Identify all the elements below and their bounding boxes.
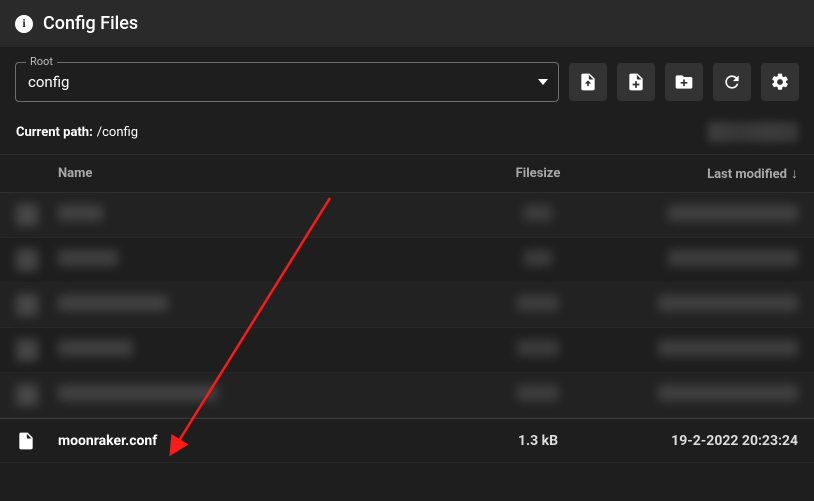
- table-row[interactable]: [0, 238, 814, 283]
- table-row-moonraker[interactable]: moonraker.conf 1.3 kB 19-2-2022 20:23:24: [0, 418, 814, 463]
- root-select[interactable]: Root config: [15, 62, 559, 102]
- table-header: Name Filesize Last modified↓: [0, 154, 814, 193]
- refresh-icon: [722, 72, 742, 92]
- redacted-content: [668, 250, 798, 266]
- redacted-content: [16, 204, 38, 226]
- redacted-content: [58, 205, 103, 221]
- redacted-content: [58, 385, 218, 401]
- gear-icon: [770, 72, 790, 92]
- redacted-content: [668, 205, 798, 221]
- new-folder-button[interactable]: [665, 63, 703, 101]
- file-name: moonraker.conf: [58, 433, 458, 449]
- redacted-content: [658, 385, 798, 401]
- settings-button[interactable]: [761, 63, 799, 101]
- redacted-content: [524, 205, 552, 221]
- root-select-value: config: [28, 73, 69, 91]
- file-add-icon: [626, 72, 646, 92]
- toolbar: Root config: [0, 48, 814, 116]
- sort-descending-icon: ↓: [791, 165, 798, 182]
- new-file-button[interactable]: [617, 63, 655, 101]
- current-path-value: /config: [97, 125, 138, 140]
- folder-add-icon: [674, 72, 694, 92]
- root-select-label: Root: [26, 55, 57, 68]
- table-row[interactable]: [0, 283, 814, 328]
- current-path-row: Current path: /config: [0, 116, 814, 154]
- redacted-content: [708, 122, 798, 142]
- table-row[interactable]: [0, 193, 814, 238]
- chevron-down-icon: [538, 79, 548, 85]
- redacted-content: [524, 250, 552, 266]
- redacted-content: [58, 340, 133, 356]
- redacted-content: [517, 340, 559, 356]
- refresh-button[interactable]: [713, 63, 751, 101]
- file-modified: 19-2-2022 20:23:24: [618, 433, 798, 449]
- file-size: 1.3 kB: [458, 433, 618, 449]
- column-header-name[interactable]: Name: [58, 166, 458, 181]
- redacted-content: [16, 339, 38, 361]
- redacted-content: [16, 294, 38, 316]
- table-row[interactable]: [0, 328, 814, 373]
- redacted-content: [658, 295, 798, 311]
- file-upload-icon: [578, 72, 598, 92]
- redacted-content: [58, 295, 168, 311]
- column-header-modified[interactable]: Last modified↓: [618, 165, 798, 182]
- column-header-filesize[interactable]: Filesize: [458, 166, 618, 181]
- redacted-content: [517, 385, 559, 401]
- info-icon: i: [15, 15, 33, 33]
- file-list: moonraker.conf 1.3 kB 19-2-2022 20:23:24: [0, 193, 814, 463]
- panel-title: Config Files: [43, 13, 138, 34]
- redacted-content: [658, 340, 798, 356]
- redacted-content: [16, 384, 38, 406]
- current-path-label: Current path:: [16, 125, 93, 140]
- upload-file-button[interactable]: [569, 63, 607, 101]
- panel-header: i Config Files: [0, 0, 814, 48]
- redacted-content: [58, 250, 118, 266]
- redacted-content: [16, 249, 38, 271]
- file-icon: [16, 431, 36, 451]
- table-row[interactable]: [0, 373, 814, 418]
- redacted-content: [517, 295, 559, 311]
